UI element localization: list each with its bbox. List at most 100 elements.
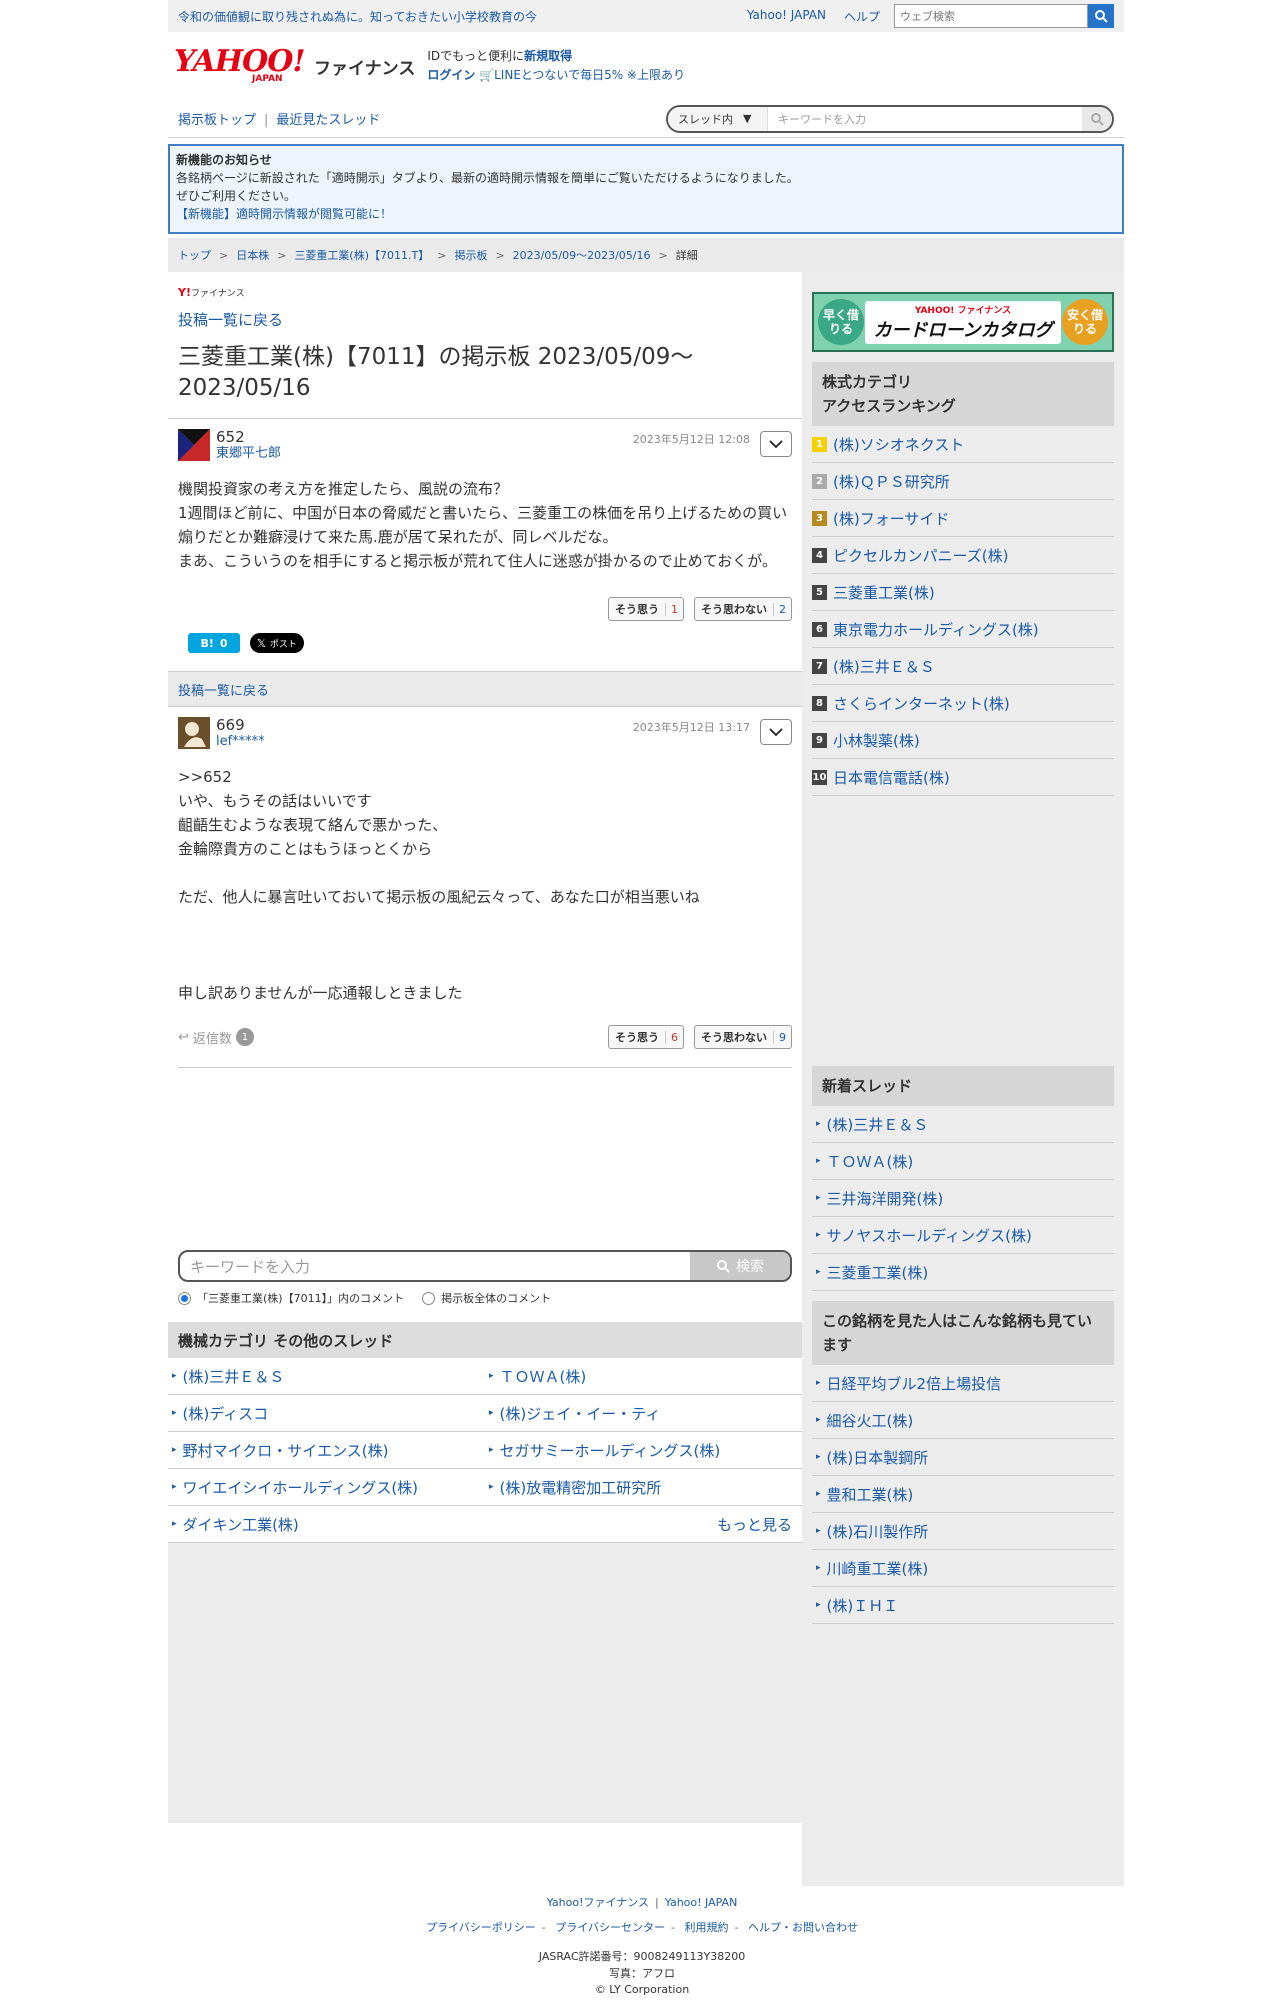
disagree-button[interactable]: そう思わない 9 xyxy=(694,1025,792,1049)
breadcrumb-japan-stocks[interactable]: 日本株 xyxy=(236,247,269,263)
category-item[interactable]: ▸ (株)三井Ｅ＆Ｓ xyxy=(168,1358,485,1395)
finance-wordmark[interactable]: ファイナンス xyxy=(314,54,415,79)
page: 令和の価値観に取り残されぬ為に。知っておきたい小学校教育の今 Yahoo! JA… xyxy=(168,0,1124,1886)
also-viewed-item[interactable]: ▸ 日経平均ブル2倍上場投信 xyxy=(812,1365,1114,1402)
comment-search-input[interactable]: キーワードを入力 xyxy=(180,1252,690,1280)
ad-space xyxy=(168,1068,802,1250)
also-viewed-item[interactable]: ▸ 豊和工業(株) xyxy=(812,1476,1114,1513)
agree-button[interactable]: そう思う 1 xyxy=(608,597,684,621)
back-to-list-link[interactable]: 投稿一覧に戻る xyxy=(178,311,283,329)
notice-link[interactable]: 【新機能】適時開示情報が閲覧可能に！ xyxy=(176,205,1116,223)
recent-threads-link[interactable]: 最近見たスレッド xyxy=(276,113,380,128)
category-item[interactable]: ▸ (株)ディスコ xyxy=(168,1395,485,1432)
ranking-item[interactable]: 5 三菱重工業(株) xyxy=(812,574,1114,611)
footer-privacy-policy-link[interactable]: プライバシーポリシー xyxy=(426,1921,536,1934)
category-item[interactable]: ▸ ＴＯＷＡ(株) xyxy=(485,1358,802,1395)
new-thread-item[interactable]: ▸ (株)三井Ｅ＆Ｓ xyxy=(812,1106,1114,1143)
category-item[interactable]: ▸ (株)放電精密加工研究所 xyxy=(485,1469,802,1506)
web-search-button[interactable] xyxy=(1088,4,1114,28)
back-bar: 投稿一覧に戻る xyxy=(168,671,802,707)
reply-link[interactable]: ↩ 返信数 1 xyxy=(178,1028,254,1047)
footer-help-link[interactable]: ヘルプ・お問い合わせ xyxy=(748,1921,858,1934)
category-grid: ▸ (株)三井Ｅ＆Ｓ ▸ ＴＯＷＡ(株) ▸ (株)ディスコ ▸ (株)ジェイ・イー・テ… xyxy=(168,1358,802,1543)
caret-down-icon: ▼ xyxy=(743,112,752,125)
more-link[interactable]: もっと見る xyxy=(485,1506,802,1543)
breadcrumb-top[interactable]: トップ xyxy=(178,247,211,263)
also-viewed: この銘柄を見た人はこんな銘柄も見ています ▸ 日経平均ブル2倍上場投信 ▸ 細谷火工… xyxy=(812,1301,1114,1624)
card-loan-banner[interactable]: 早く借りる YAHOO! ファイナンス カードローンカタログ 安く借りる xyxy=(812,292,1114,352)
category-item[interactable]: ▸ ワイエイシイホールディングス(株) xyxy=(168,1469,485,1506)
disagree-button[interactable]: そう思わない 2 xyxy=(694,597,792,621)
also-viewed-item[interactable]: ▸ (株)ＩＨＩ xyxy=(812,1587,1114,1624)
ranking-item[interactable]: 3 (株)フォーサイド xyxy=(812,500,1114,537)
yahoo-japan-link[interactable]: Yahoo! JAPAN xyxy=(747,8,826,25)
cart-icon: 🛒 xyxy=(479,68,495,82)
post-menu-button[interactable] xyxy=(760,431,792,457)
also-viewed-item[interactable]: ▸ 川崎重工業(株) xyxy=(812,1550,1114,1587)
footer-finance-link[interactable]: Yahoo!ファイナンス xyxy=(547,1896,649,1909)
login-link[interactable]: ログイン xyxy=(427,68,475,82)
x-post-button[interactable]: 𝕏 ポスト xyxy=(250,633,304,653)
avatar[interactable] xyxy=(178,429,210,461)
notice-text: 各銘柄ページに新設された「適時開示」タブより、最新の適時開示情報を簡単にご覧いた… xyxy=(176,171,799,185)
agree-count: 6 xyxy=(665,1030,683,1044)
web-search-input[interactable] xyxy=(894,4,1088,28)
footer-yahoo-link[interactable]: Yahoo! JAPAN xyxy=(665,1896,738,1909)
also-viewed-item[interactable]: ▸ (株)石川製作所 xyxy=(812,1513,1114,1550)
post-menu-button[interactable] xyxy=(760,719,792,745)
radio-this-stock[interactable]: 「三菱重工業(株)【7011】」内のコメント xyxy=(178,1290,404,1306)
new-threads-title: 新着スレッド xyxy=(812,1066,1114,1106)
footer-terms-link[interactable]: 利用規約 xyxy=(685,1921,729,1934)
category-threads: 機械カテゴリ その他のスレッド ▸ (株)三井Ｅ＆Ｓ ▸ ＴＯＷＡ(株) ▸ (株)デ… xyxy=(168,1322,802,1543)
notice-title: 新機能のお知らせ xyxy=(176,153,272,167)
avatar[interactable] xyxy=(178,717,210,749)
new-thread-item[interactable]: ▸ サノヤスホールディングス(株) xyxy=(812,1217,1114,1254)
new-thread-item[interactable]: ▸ 三井海洋開発(株) xyxy=(812,1180,1114,1217)
header-account-info: IDでもっと便利に新規取得 ログイン 🛒LINEとつないで毎日5% ※上限あり xyxy=(427,49,685,82)
signup-link[interactable]: 新規取得 xyxy=(524,49,572,63)
board-top-link[interactable]: 掲示板トップ xyxy=(178,113,256,128)
vote-buttons: そう思う 1 そう思わない 2 xyxy=(178,597,792,621)
top-links: Yahoo! JAPAN ヘルプ xyxy=(747,8,880,25)
category-item[interactable]: ▸ セガサミーホールディングス(株) xyxy=(485,1432,802,1469)
category-item[interactable]: ▸ 野村マイクロ・サイエンス(株) xyxy=(168,1432,485,1469)
help-link[interactable]: ヘルプ xyxy=(844,8,880,25)
post-user[interactable]: 東郷平七郎 xyxy=(216,446,281,461)
copyright: © LY Corporation xyxy=(594,1983,690,1996)
thread-search-button[interactable] xyxy=(1082,106,1112,131)
new-thread-item[interactable]: ▸ 三菱重工業(株) xyxy=(812,1254,1114,1291)
thread-search-input[interactable]: キーワードを入力 xyxy=(768,111,1082,127)
breadcrumb-period[interactable]: 2023/05/09〜2023/05/16 xyxy=(513,247,651,263)
ranking-item[interactable]: 1 (株)ソシオネクスト xyxy=(812,426,1114,463)
also-viewed-item[interactable]: ▸ (株)日本製鋼所 xyxy=(812,1439,1114,1476)
search-scope-select[interactable]: スレッド内 ▼ xyxy=(668,106,768,131)
ranking-item[interactable]: 8 さくらインターネット(株) xyxy=(812,685,1114,722)
banner-right-badge: 安く借りる xyxy=(1061,299,1108,345)
back-to-list-link-2[interactable]: 投稿一覧に戻る xyxy=(178,680,269,699)
promo-link[interactable]: 令和の価値観に取り残されぬ為に。知っておきたい小学校教育の今 xyxy=(178,8,747,25)
breadcrumb-board[interactable]: 掲示板 xyxy=(454,247,487,263)
also-viewed-item[interactable]: ▸ 細谷火工(株) xyxy=(812,1402,1114,1439)
bottom-ad-space xyxy=(168,1543,802,1823)
ranking-item[interactable]: 10 日本電信電話(株) xyxy=(812,759,1114,796)
vote-buttons: そう思う 6 そう思わない 9 xyxy=(608,1025,792,1049)
post-user[interactable]: lef***** xyxy=(216,734,265,749)
comment-search-button[interactable]: 検索 xyxy=(690,1252,790,1280)
footer-privacy-center-link[interactable]: プライバシーセンター xyxy=(555,1921,665,1934)
ranking-item[interactable]: 4 ピクセルカンパニーズ(株) xyxy=(812,537,1114,574)
agree-button[interactable]: そう思う 6 xyxy=(608,1025,684,1049)
ranking-item[interactable]: 6 東京電力ホールディングス(株) xyxy=(812,611,1114,648)
x-icon: 𝕏 xyxy=(257,636,266,650)
new-thread-item[interactable]: ▸ ＴＯＷＡ(株) xyxy=(812,1143,1114,1180)
category-item[interactable]: ▸ (株)ジェイ・イー・ティ xyxy=(485,1395,802,1432)
ranking-item[interactable]: 7 (株)三井Ｅ＆Ｓ xyxy=(812,648,1114,685)
ranking-item[interactable]: 2 (株)ＱＰＳ研究所 xyxy=(812,463,1114,500)
hatena-bookmark-button[interactable]: B! 0 xyxy=(188,633,240,653)
yahoo-logo[interactable]: YAHOO! JAPAN xyxy=(174,47,310,85)
line-link[interactable]: LINEとつないで毎日5% ※上限あり xyxy=(494,68,685,82)
radio-all-boards[interactable]: 掲示板全体のコメント xyxy=(422,1290,551,1306)
board-nav: 掲示板トップ | 最近見たスレッド スレッド内 ▼ キーワードを入力 xyxy=(168,100,1124,138)
category-item[interactable]: ▸ ダイキン工業(株) xyxy=(168,1506,485,1543)
breadcrumb-stock[interactable]: 三菱重工業(株)【7011.T】 xyxy=(294,247,429,263)
ranking-item[interactable]: 9 小林製薬(株) xyxy=(812,722,1114,759)
